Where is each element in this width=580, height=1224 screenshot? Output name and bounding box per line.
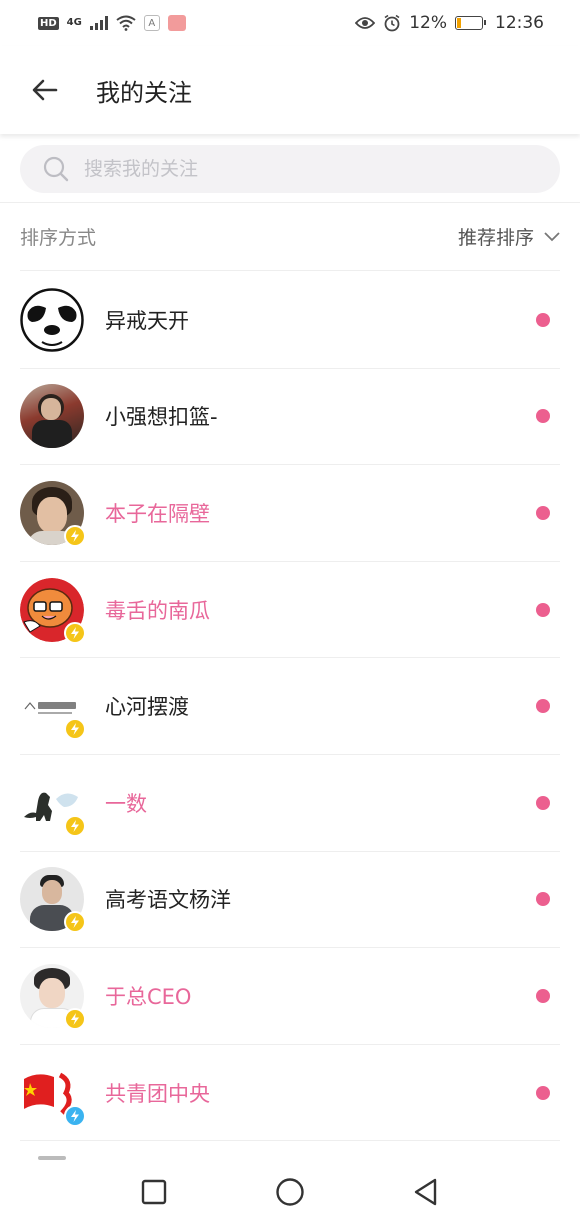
- user-name: 高考语文杨洋: [105, 888, 231, 913]
- verified-badge: [64, 814, 86, 837]
- update-dot: [536, 505, 550, 520]
- list-item[interactable]: 异戒天开: [20, 272, 560, 369]
- verified-badge: [64, 524, 86, 547]
- user-name: 本子在隔壁: [105, 501, 210, 526]
- status-right: 12% 12:36: [355, 13, 544, 33]
- avatar[interactable]: [20, 288, 84, 352]
- search-bar[interactable]: [20, 145, 560, 193]
- update-dot: [536, 699, 550, 714]
- triangle-back-icon: [414, 1178, 437, 1206]
- lightning-icon: [71, 723, 79, 736]
- avatar[interactable]: [20, 867, 86, 934]
- verified-badge: [64, 911, 86, 934]
- update-dot: [536, 312, 550, 327]
- user-name: 异戒天开: [105, 308, 189, 333]
- list-item[interactable]: 毒舌的南瓜: [20, 562, 560, 659]
- arrow-left-icon: [32, 79, 58, 101]
- lightning-icon: [71, 1012, 79, 1025]
- user-name: 于总CEO: [105, 984, 192, 1009]
- verified-badge: [64, 1104, 86, 1127]
- avatar[interactable]: [20, 480, 86, 547]
- network-type: 4G: [66, 17, 82, 28]
- home-button[interactable]: [270, 1172, 310, 1212]
- back-button[interactable]: [20, 65, 70, 115]
- verified-badge: [64, 621, 86, 644]
- list-item[interactable]: 于总CEO: [20, 948, 560, 1045]
- back-nav-button[interactable]: [406, 1172, 446, 1212]
- wifi-icon: [116, 15, 136, 31]
- list-item[interactable]: 心河摆渡: [20, 658, 560, 755]
- update-dot: [536, 409, 550, 424]
- avatar[interactable]: [20, 384, 84, 449]
- list-item[interactable]: 本子在隔壁: [20, 465, 560, 562]
- panda-avatar-icon: [20, 288, 84, 352]
- list-item[interactable]: 一数: [20, 755, 560, 852]
- app-a-icon: A: [143, 15, 160, 31]
- lightning-icon: [71, 819, 79, 832]
- battery-percent: 12%: [409, 13, 447, 33]
- page-title: 我的关注: [96, 78, 192, 107]
- user-name: 小强想扣篮-: [105, 405, 218, 430]
- sort-dropdown[interactable]: 推荐排序: [458, 223, 560, 250]
- update-dot: [536, 602, 550, 617]
- sort-row: 排序方式 推荐排序: [20, 203, 560, 271]
- user-name: 一数: [105, 791, 147, 816]
- update-dot: [536, 795, 550, 810]
- update-dot: [536, 1085, 550, 1100]
- lightning-icon: [71, 1109, 79, 1122]
- avatar[interactable]: [20, 770, 86, 837]
- search-input[interactable]: [82, 157, 506, 181]
- recent-apps-button[interactable]: [134, 1172, 174, 1212]
- photo-avatar: [20, 384, 84, 449]
- list-item[interactable]: 小强想扣篮-: [20, 369, 560, 466]
- chevron-down-icon: [544, 231, 560, 241]
- square-recent-icon: [141, 1179, 167, 1205]
- user-name: 心河摆渡: [105, 695, 189, 720]
- following-list: 异戒天开 小强想扣篮- 本子在隔壁 毒舌的南瓜 心河摆渡 一数 高考语文杨洋 于…: [20, 272, 560, 1142]
- avatar[interactable]: [20, 674, 86, 741]
- clock-time: 12:36: [495, 13, 544, 33]
- lightning-icon: [71, 529, 79, 542]
- alarm-icon: [384, 14, 400, 32]
- list-item[interactable]: 共青团中央: [20, 1045, 560, 1142]
- avatar[interactable]: [20, 963, 86, 1030]
- sort-selected-value: 推荐排序: [457, 227, 534, 249]
- eye-icon: [355, 17, 376, 29]
- update-dot: [536, 988, 550, 1003]
- verified-badge: [64, 718, 86, 741]
- system-nav-bar: [0, 1160, 580, 1224]
- search-icon: [43, 156, 69, 182]
- battery-icon: [455, 16, 486, 30]
- signal-icon: [89, 16, 108, 30]
- lightning-icon: [71, 916, 79, 929]
- circle-home-icon: [276, 1178, 304, 1206]
- app-header: 我的关注: [0, 46, 580, 134]
- lightning-icon: [71, 626, 79, 639]
- user-name: 毒舌的南瓜: [105, 598, 210, 623]
- status-bar: HD 4G A 12% 12:36: [0, 0, 580, 46]
- avatar[interactable]: [20, 1060, 86, 1127]
- avatar[interactable]: [20, 577, 86, 644]
- app-notification-icon: [167, 15, 186, 31]
- hd-icon: HD: [38, 16, 59, 30]
- status-left: HD 4G A: [38, 15, 186, 31]
- update-dot: [536, 892, 550, 907]
- list-item[interactable]: 高考语文杨洋: [20, 852, 560, 949]
- user-name: 共青团中央: [105, 1081, 210, 1106]
- verified-badge: [64, 1007, 86, 1030]
- sort-label: 排序方式: [20, 227, 97, 249]
